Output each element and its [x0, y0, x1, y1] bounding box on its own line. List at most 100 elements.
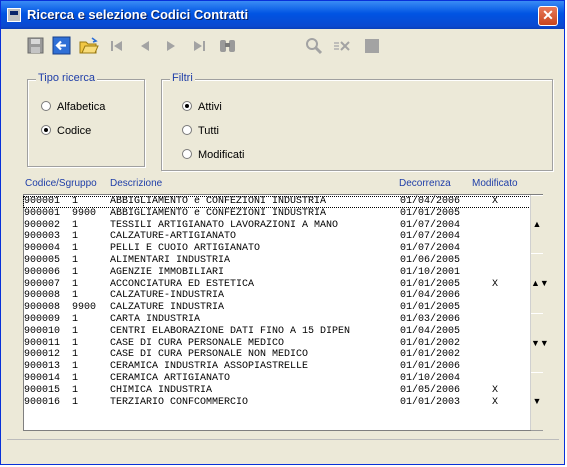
binoculars-icon[interactable]: [217, 35, 239, 57]
scroll-page-up-button[interactable]: ▲▼: [531, 253, 549, 314]
scroll-down-button[interactable]: ▼: [531, 372, 543, 431]
cell-sgruppo: 1: [72, 361, 79, 373]
table-row[interactable]: 900002 1 TESSILI ARTIGIANATO LAVORAZIONI A…: [24, 219, 530, 231]
cell-modificato: X: [492, 384, 499, 396]
save-icon[interactable]: [25, 35, 47, 57]
cell-descrizione: CARTA INDUSTRIA: [110, 314, 201, 325]
first-record-icon[interactable]: [106, 35, 128, 57]
cell-decorrenza: 01/06/2005: [400, 255, 461, 266]
cell-decorrenza: 01/01/2005: [400, 207, 461, 219]
table-row[interactable]: 900007 1 ACCONCIATURA ED ESTETICA 01/01/200…: [24, 278, 530, 290]
cell-decorrenza: 01/07/2004: [400, 231, 461, 243]
cell-codice: 900015: [24, 384, 61, 396]
radio-alfabetica[interactable]: Alfabetica: [41, 101, 105, 113]
cell-descrizione: ABBIGLIAMENTO e CONFEZIONI INDUSTRIA: [110, 196, 327, 207]
last-record-icon[interactable]: [189, 35, 211, 57]
cell-sgruppo: 1: [72, 278, 79, 290]
delete-icon[interactable]: [331, 35, 353, 57]
table-row[interactable]: 900011 1 CASE DI CURA PERSONALE MEDICO 01/0…: [24, 337, 530, 349]
previous-record-icon[interactable]: [134, 35, 156, 57]
table-row[interactable]: 900013 1 CERAMICA INDUSTRIA ASSOPIASTRELLE…: [24, 362, 530, 372]
contracts-list[interactable]: 900001 1 ABBIGLIAMENTO e CONFEZIONI INDUST…: [23, 194, 549, 431]
table-row[interactable]: 900001 1 ABBIGLIAMENTO e CONFEZIONI INDUST…: [23, 196, 531, 208]
title-bar[interactable]: Ricerca e selezione Codici Contratti ✕: [1, 1, 564, 29]
cell-modificato: X: [492, 278, 499, 290]
table-row[interactable]: 900001 9900 ABBIGLIAMENTO e CONFEZIONI IND…: [24, 207, 530, 219]
table-row[interactable]: 900004 1 PELLI E CUOIO ARTIGIANATO 01/07/20…: [24, 244, 530, 254]
table-row[interactable]: 900016 1 TERZIARIO CONFCOMMERCIO 01/01/2003…: [24, 396, 530, 408]
header-modificato[interactable]: Modificato: [472, 178, 518, 189]
table-row[interactable]: 900010 1 CENTRI ELABORAZIONE DATI FINO A 1…: [24, 325, 530, 337]
cell-descrizione: CALZATURE-INDUSTRIA: [110, 290, 225, 302]
table-row[interactable]: 900008 1 CALZATURE-INDUSTRIA 01/04/2006: [24, 291, 530, 301]
cell-descrizione: CERAMICA ARTIGIANATO: [110, 373, 231, 384]
table-row[interactable]: 900003 1 CALZATURE-ARTIGIANATO 01/07/2004: [24, 232, 530, 242]
header-codice[interactable]: Codice/Sgruppo: [25, 178, 97, 189]
cell-sgruppo: 9900: [72, 302, 97, 314]
cell-sgruppo: 1: [72, 325, 79, 337]
table-row[interactable]: 900008 9900 CALZATURE INDUSTRIA 01/01/2005: [24, 303, 530, 313]
cell-codice: 900006: [24, 266, 61, 278]
cell-sgruppo: 9900: [72, 207, 97, 219]
cell-decorrenza: 01/01/2002: [400, 337, 461, 349]
cell-decorrenza: 01/03/2006: [400, 314, 461, 325]
search-icon[interactable]: [303, 35, 325, 57]
tipo-ricerca-group: Tipo ricerca Alfabetica Codice: [27, 72, 145, 167]
cell-decorrenza: 01/04/2006: [400, 196, 461, 207]
cell-sgruppo: 1: [72, 196, 79, 207]
table-row[interactable]: 900012 1 CASE DI CURA PERSONALE NON MEDICO…: [24, 350, 530, 360]
cell-decorrenza: 01/10/2001: [400, 266, 461, 278]
cell-sgruppo: 1: [72, 337, 79, 349]
open-folder-icon[interactable]: [78, 35, 100, 57]
bottom-separator: [7, 439, 559, 460]
cell-codice: 900010: [24, 325, 61, 337]
vertical-scrollbar[interactable]: ▲ ▲▼ ▼▼ ▼: [530, 195, 549, 431]
cell-descrizione: CALZATURE-ARTIGIANATO: [110, 231, 237, 243]
back-icon[interactable]: [51, 35, 73, 57]
radio-tutti-label: Tutti: [198, 125, 219, 137]
radio-alfabetica-label: Alfabetica: [57, 101, 106, 113]
cell-descrizione: CASE DI CURA PERSONALE NON MEDICO: [110, 349, 309, 361]
cell-decorrenza: 01/01/2005: [400, 302, 461, 314]
cell-decorrenza: 01/07/2004: [400, 243, 461, 255]
cell-codice: 900014: [24, 373, 61, 384]
cell-codice: 900013: [24, 361, 61, 373]
next-record-icon[interactable]: [160, 35, 182, 57]
radio-modificati-label: Modificati: [198, 149, 245, 161]
table-row[interactable]: 900015 1 CHIMICA INDUSTRIA 01/05/2006 X: [24, 384, 530, 396]
filtri-group: Filtri Attivi Tutti Modificati: [161, 72, 553, 171]
header-decorrenza[interactable]: Decorrenza: [399, 178, 451, 189]
cell-decorrenza: 01/01/2003: [400, 396, 461, 408]
radio-attivi[interactable]: Attivi: [182, 101, 222, 113]
cell-sgruppo: 1: [72, 384, 79, 396]
tipo-ricerca-label: Tipo ricerca: [36, 72, 98, 84]
table-row[interactable]: 900006 1 AGENZIE IMMOBILIARI 01/10/2001: [24, 266, 530, 278]
table-row[interactable]: 900005 1 ALIMENTARI INDUSTRIA 01/06/2005: [24, 256, 530, 266]
cell-codice: 900002: [24, 219, 61, 231]
cell-codice: 900012: [24, 349, 61, 361]
cell-decorrenza: 01/01/2002: [400, 349, 461, 361]
cell-descrizione: TERZIARIO CONFCOMMERCIO: [110, 396, 249, 408]
radio-modificati[interactable]: Modificati: [182, 149, 244, 161]
cell-descrizione: CENTRI ELABORAZIONE DATI FINO A 15 DIPEN: [110, 325, 351, 337]
cell-modificato: X: [492, 396, 499, 408]
scroll-thumb[interactable]: ▼▼: [531, 313, 549, 373]
radio-codice[interactable]: Codice: [41, 125, 91, 137]
table-row[interactable]: 900014 1 CERAMICA ARTIGIANATO 01/10/2004: [24, 374, 530, 384]
stop-icon[interactable]: [361, 35, 383, 57]
cell-codice: 900016: [24, 396, 61, 408]
cell-descrizione: CHIMICA INDUSTRIA: [110, 384, 213, 396]
cell-codice: 900004: [24, 243, 61, 255]
header-descrizione[interactable]: Descrizione: [110, 178, 162, 189]
table-row[interactable]: 900009 1 CARTA INDUSTRIA 01/03/2006: [24, 315, 530, 325]
cell-decorrenza: 01/05/2006: [400, 384, 461, 396]
cell-decorrenza: 01/01/2006: [400, 361, 461, 373]
radio-tutti[interactable]: Tutti: [182, 125, 219, 137]
close-button[interactable]: ✕: [538, 6, 558, 26]
app-icon: [7, 8, 21, 22]
cell-sgruppo: 1: [72, 349, 79, 361]
cell-codice: 900001: [24, 196, 61, 207]
scroll-up-button[interactable]: ▲: [531, 195, 543, 254]
cell-codice: 900005: [24, 255, 61, 266]
cell-codice: 900001: [24, 207, 61, 219]
